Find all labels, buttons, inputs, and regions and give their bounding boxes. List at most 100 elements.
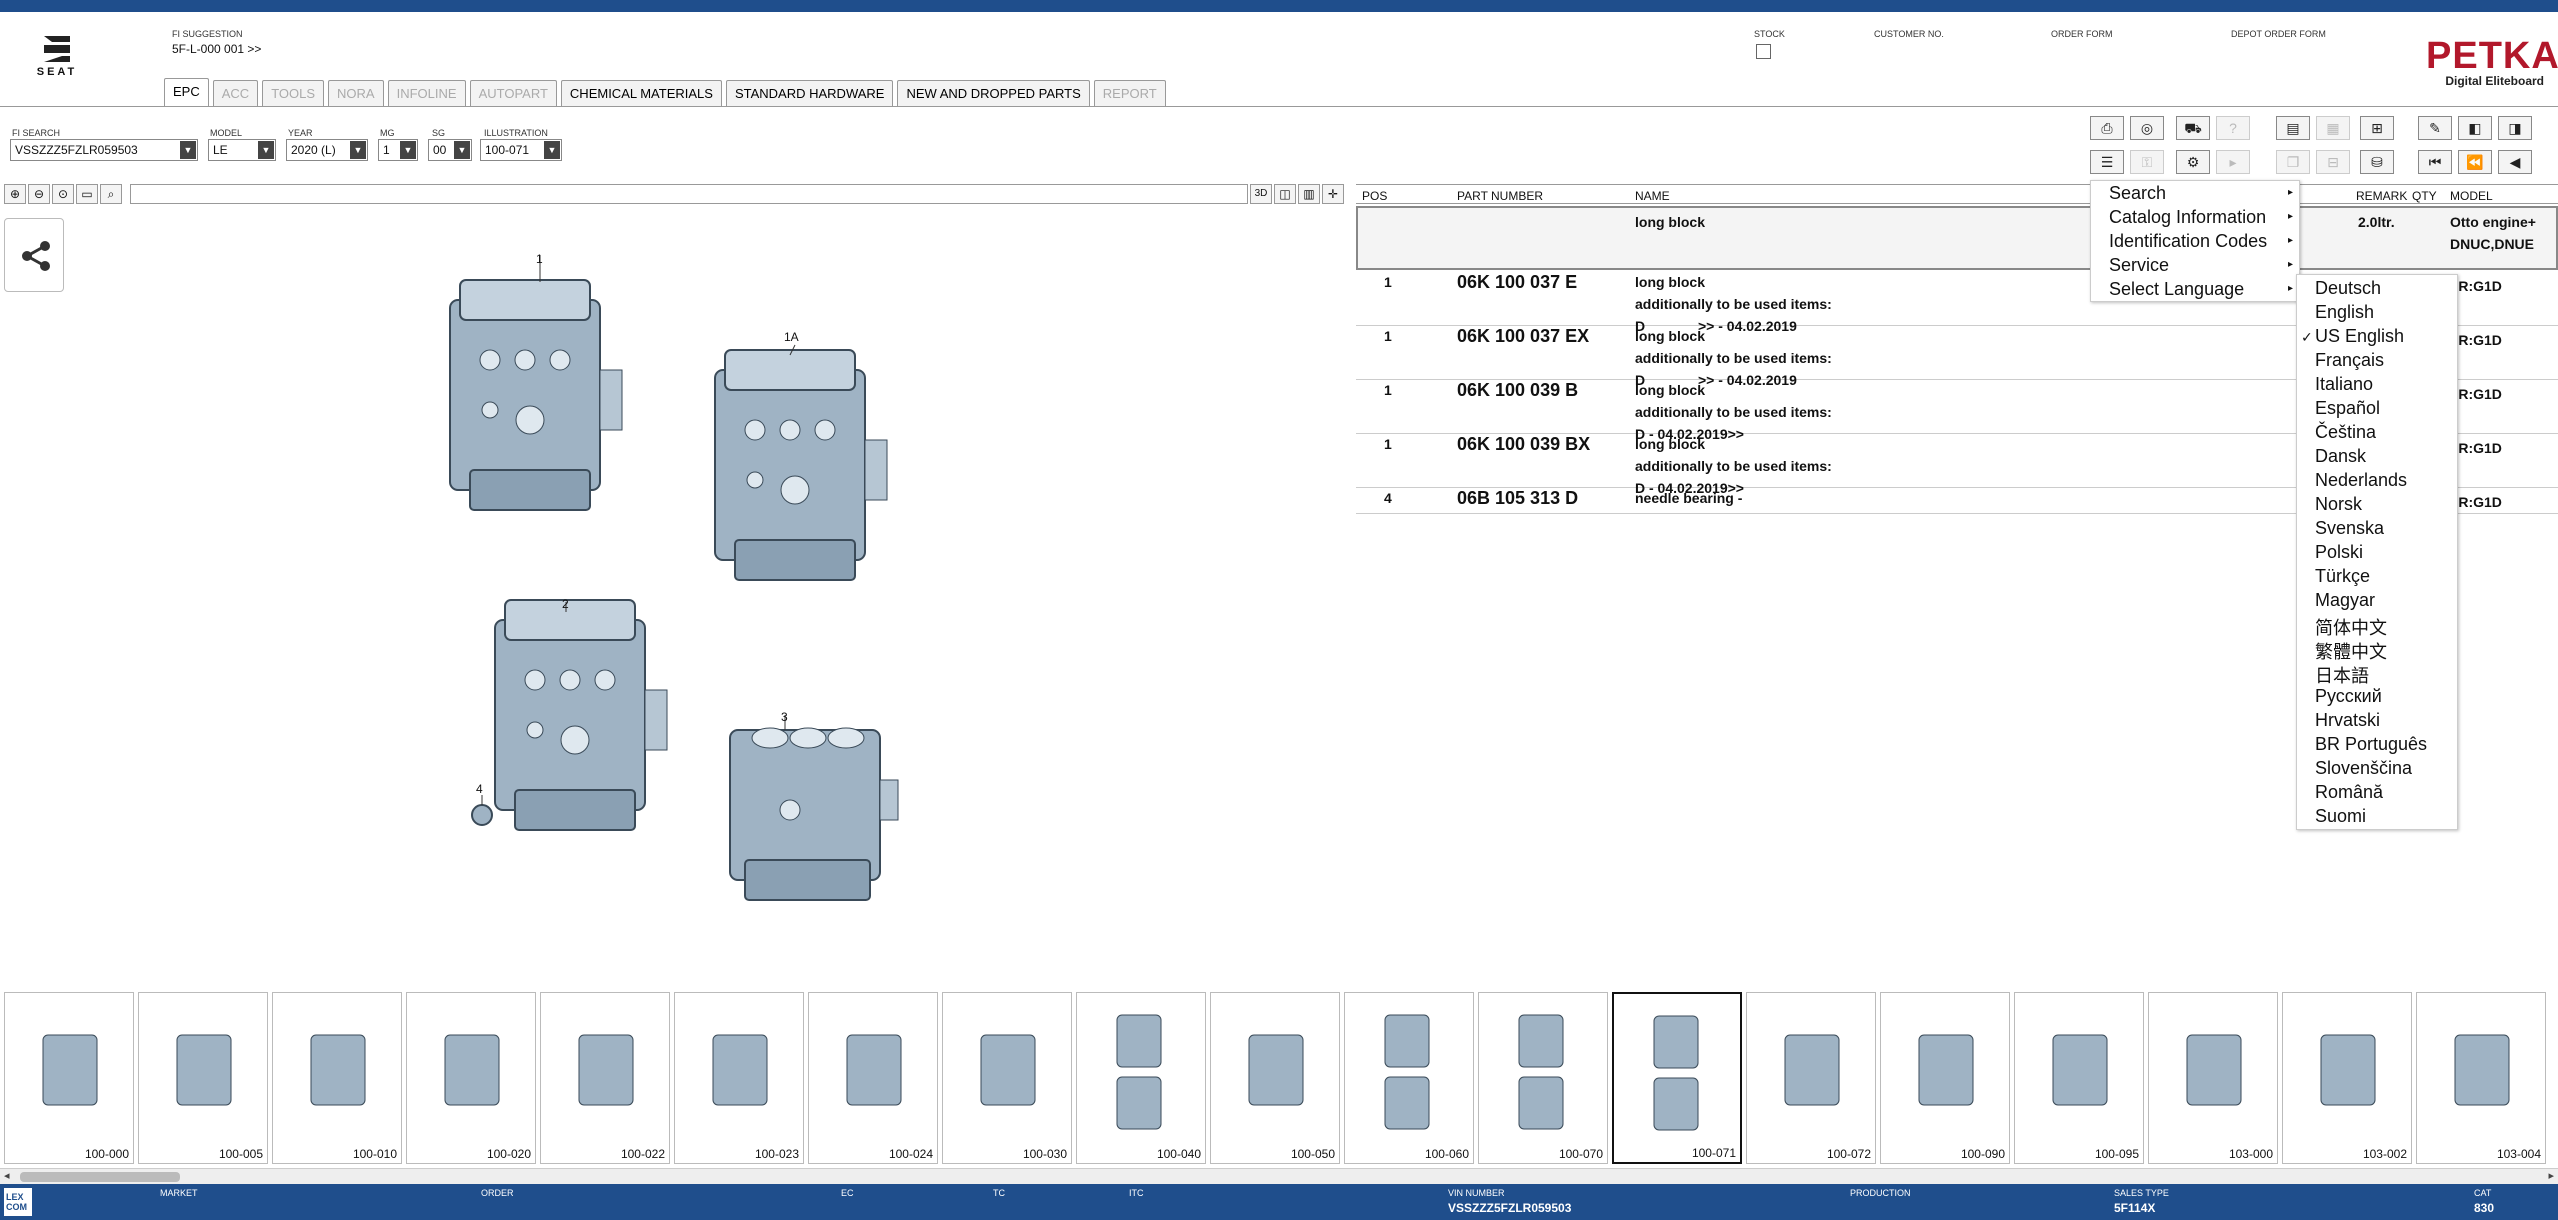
row-part-number[interactable]: 06B 105 313 D	[1457, 488, 1578, 509]
cart-add-icon[interactable]: ⊞	[2360, 116, 2394, 140]
thumbnail[interactable]: 100-005	[138, 992, 268, 1164]
row-part-number[interactable]: 06K 100 039 BX	[1457, 434, 1590, 455]
model-select[interactable]: LE ▼	[208, 139, 276, 161]
chevron-down-icon[interactable]: ▼	[350, 141, 366, 159]
tab-chemical-materials[interactable]: CHEMICAL MATERIALS	[560, 80, 722, 106]
chevron-down-icon[interactable]: ▼	[400, 141, 416, 159]
chevron-down-icon[interactable]: ▼	[454, 141, 470, 159]
thumbnail[interactable]: 100-000	[4, 992, 134, 1164]
scrollbar-thumb[interactable]	[20, 1172, 180, 1182]
callout-4[interactable]: 4	[476, 782, 483, 796]
vehicle-icon[interactable]: ⛟	[2176, 116, 2210, 140]
menu-item-service[interactable]: Service ▸	[2091, 253, 2301, 277]
move-icon[interactable]: ✛	[1322, 184, 1344, 204]
language-item[interactable]: 日本語	[2297, 661, 2457, 686]
print-icon[interactable]: ⎙	[2090, 116, 2124, 140]
magnifier-icon[interactable]: ⌕	[100, 184, 122, 204]
split-view-icon[interactable]: ◫	[1274, 184, 1296, 204]
thumbnail[interactable]: 100-060	[1344, 992, 1474, 1164]
thumbnail[interactable]: 100-022	[540, 992, 670, 1164]
thumbnail[interactable]: 100-095	[2014, 992, 2144, 1164]
3d-button[interactable]: 3D	[1250, 184, 1272, 204]
key-icon[interactable]: ⚿	[2130, 150, 2164, 174]
thumbnail[interactable]: 100-023	[674, 992, 804, 1164]
viewer-search-bar[interactable]	[130, 184, 1248, 204]
language-item[interactable]: English	[2297, 301, 2457, 325]
thumbnail[interactable]: 100-070	[1478, 992, 1608, 1164]
menu-icon[interactable]: ☰	[2090, 150, 2124, 174]
row-part-number[interactable]: 06K 100 037 E	[1457, 272, 1577, 293]
tab-acc[interactable]: ACC	[212, 80, 259, 106]
thumbnail[interactable]: 103-004	[2416, 992, 2546, 1164]
infoline-icon[interactable]: ▦	[2316, 116, 2350, 140]
order-form-label[interactable]: ORDER FORM	[2051, 29, 2113, 39]
year-select[interactable]: 2020 (L) ▼	[286, 139, 368, 161]
zoom-in-icon[interactable]: ⊕	[4, 184, 26, 204]
thumbnail[interactable]: 103-002	[2282, 992, 2412, 1164]
tab-new-and-dropped-parts[interactable]: NEW AND DROPPED PARTS	[897, 80, 1090, 106]
language-item[interactable]: Română	[2297, 781, 2457, 805]
tab-standard-hardware[interactable]: STANDARD HARDWARE	[725, 80, 894, 106]
row-part-number[interactable]: 06K 100 037 EX	[1457, 326, 1589, 347]
page-back-icon[interactable]: ◧	[2458, 116, 2492, 140]
language-item[interactable]: Nederlands	[2297, 469, 2457, 493]
callout-3[interactable]: 3	[781, 710, 788, 724]
thumbnail[interactable]: 100-024	[808, 992, 938, 1164]
language-item[interactable]: Español	[2297, 397, 2457, 421]
zoom-fit-icon[interactable]: ⊙	[52, 184, 74, 204]
zoom-out-icon[interactable]: ⊖	[28, 184, 50, 204]
engine-icon[interactable]: ⚙	[2176, 150, 2210, 174]
thumbnail[interactable]: 100-072	[1746, 992, 1876, 1164]
cart-icon[interactable]: ⛁	[2360, 150, 2394, 174]
language-item[interactable]: 简体中文	[2297, 613, 2457, 638]
callout-1a[interactable]: 1A	[784, 330, 799, 344]
thumbnail-scrollbar[interactable]: ◂ ▸	[0, 1168, 2558, 1184]
tab-autopart[interactable]: AUTOPART	[469, 80, 557, 106]
language-item[interactable]: Norsk	[2297, 493, 2457, 517]
callout-2[interactable]: 2	[562, 597, 569, 611]
language-item[interactable]: BR Português	[2297, 733, 2457, 757]
menu-item-catalog-information[interactable]: Catalog Information ▸	[2091, 205, 2301, 229]
language-item[interactable]: Čeština	[2297, 421, 2457, 445]
page-forward-icon[interactable]: ◨	[2498, 116, 2532, 140]
language-item[interactable]: Polski	[2297, 541, 2457, 565]
tab-infoline[interactable]: INFOLINE	[387, 80, 466, 106]
language-item[interactable]: Svenska	[2297, 517, 2457, 541]
previous-icon[interactable]: ◀	[2498, 150, 2532, 174]
menu-item-identification-codes[interactable]: Identification Codes ▸	[2091, 229, 2301, 253]
menu-item-select-language[interactable]: Select Language ▸	[2091, 277, 2301, 301]
language-item[interactable]: Français	[2297, 349, 2457, 373]
help-icon[interactable]: ?	[2216, 116, 2250, 140]
fi-search-select[interactable]: VSSZZZ5FZLR059503 ▼	[10, 139, 198, 161]
chevron-down-icon[interactable]: ▼	[544, 141, 560, 159]
chevron-down-icon[interactable]: ▼	[180, 141, 196, 159]
illustration-viewer[interactable]: 1 1A 2 3 4	[0, 210, 1352, 985]
step-icon[interactable]: ▸	[2216, 150, 2250, 174]
language-item[interactable]: ✓ US English	[2297, 325, 2457, 349]
tab-report[interactable]: REPORT	[1093, 80, 1166, 106]
language-item[interactable]: Italiano	[2297, 373, 2457, 397]
language-item[interactable]: Hrvatski	[2297, 709, 2457, 733]
thumbnail[interactable]: 100-071	[1612, 992, 1742, 1164]
row-part-number[interactable]: 06K 100 039 B	[1457, 380, 1578, 401]
copy-icon[interactable]: ❐	[2276, 150, 2310, 174]
layout-icon[interactable]: ▥	[1298, 184, 1320, 204]
basket-icon[interactable]: ⊟	[2316, 150, 2350, 174]
callout-1[interactable]: 1	[536, 252, 543, 266]
language-item[interactable]: 繁體中文	[2297, 637, 2457, 662]
language-item[interactable]: Slovenščina	[2297, 757, 2457, 781]
mg-select[interactable]: 1 ▼	[378, 139, 418, 161]
illustration-select[interactable]: 100-071 ▼	[480, 139, 562, 161]
sg-select[interactable]: 00 ▼	[428, 139, 472, 161]
scroll-right-icon[interactable]: ▸	[2548, 1169, 2554, 1182]
thumbnail[interactable]: 100-020	[406, 992, 536, 1164]
header-row[interactable]: long block 2.0ltr. Otto engine+ DNUC,DNU…	[1356, 206, 2558, 270]
thumbnail[interactable]: 100-090	[1880, 992, 2010, 1164]
previous-page-icon[interactable]: ⏪	[2458, 150, 2492, 174]
language-item[interactable]: Deutsch	[2297, 277, 2457, 301]
thumbnail[interactable]: 100-050	[1210, 992, 1340, 1164]
customer-no-label[interactable]: CUSTOMER NO.	[1874, 29, 1944, 39]
pin-icon[interactable]: ✎	[2418, 116, 2452, 140]
tab-tools[interactable]: TOOLS	[262, 80, 325, 106]
chevron-down-icon[interactable]: ▼	[258, 141, 274, 159]
